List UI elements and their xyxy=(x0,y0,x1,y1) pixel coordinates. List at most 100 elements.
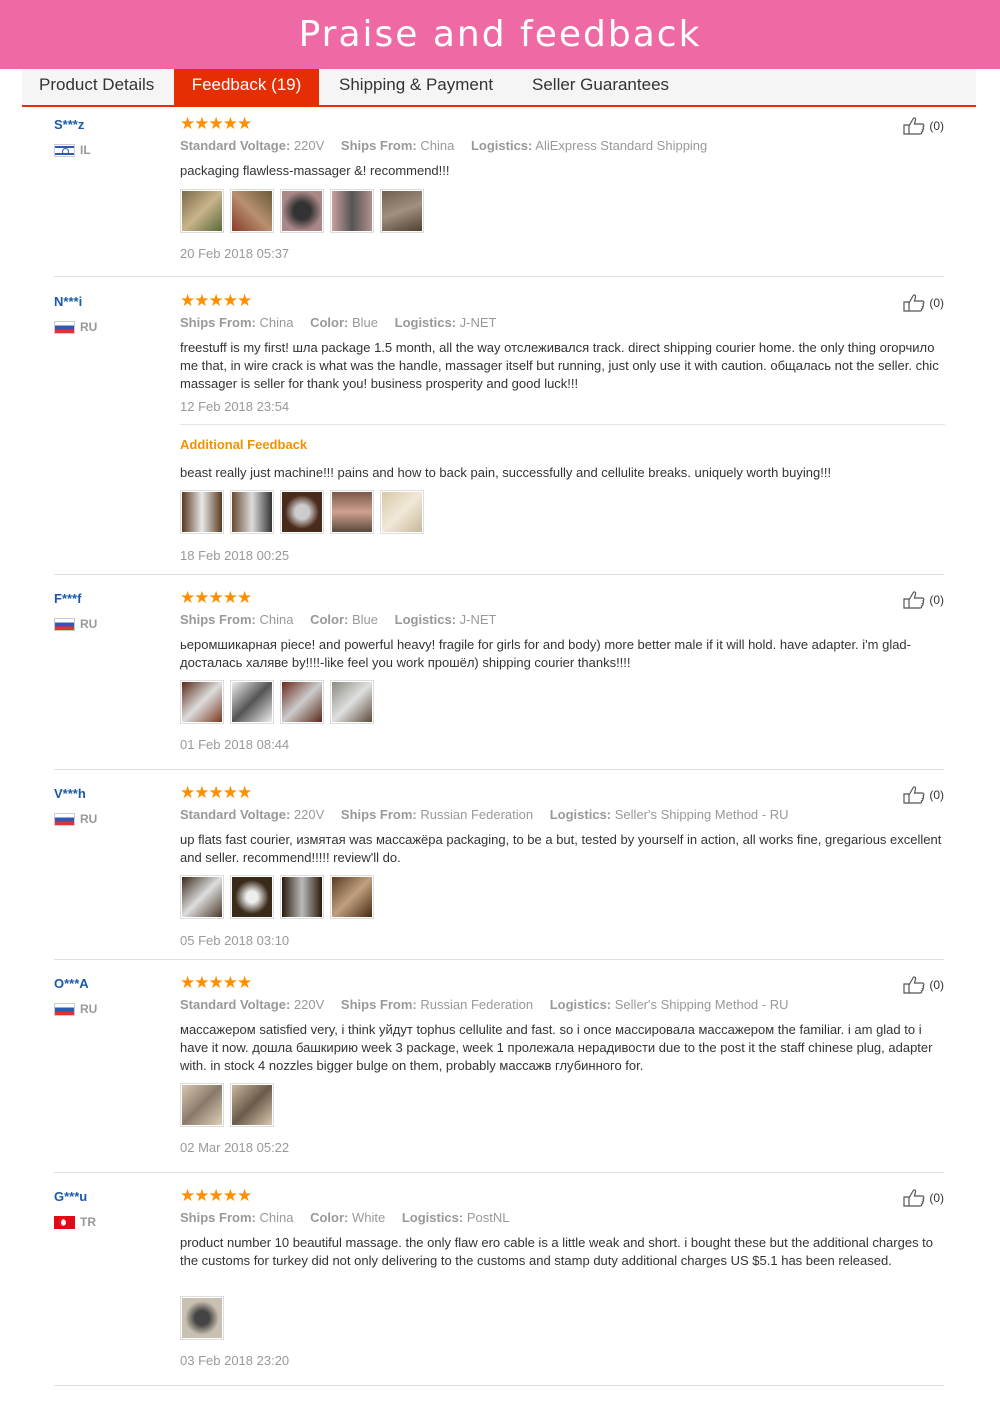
star-rating: ★★★★★ xyxy=(180,783,252,802)
review-item: O***A RU ★★★★★ (0) Standard Voltage: 220… xyxy=(54,974,944,1173)
star-rating: ★★★★★ xyxy=(180,1186,252,1205)
review-photos xyxy=(180,875,374,919)
review-photo[interactable] xyxy=(330,680,374,724)
review-photo[interactable] xyxy=(280,680,324,724)
reviewer-country: TR xyxy=(54,1215,96,1229)
review-attributes: Ships From: China Color: Blue Logistics:… xyxy=(180,315,497,330)
divider xyxy=(180,424,945,425)
review-attributes: Standard Voltage: 220V Ships From: China… xyxy=(180,138,708,153)
review-photos xyxy=(180,189,424,233)
review-photo[interactable] xyxy=(230,680,274,724)
thumbs-up-icon xyxy=(903,117,925,135)
reviewer-name: V***h xyxy=(54,786,86,801)
reviewer-country: RU xyxy=(54,320,97,334)
review-photo[interactable] xyxy=(230,490,274,534)
review-photos xyxy=(180,1083,274,1127)
reviewer-name: G***u xyxy=(54,1189,88,1204)
thumbs-up-icon xyxy=(903,976,925,994)
country-code: RU xyxy=(80,1002,98,1016)
tab-product-details[interactable]: Product Details xyxy=(39,69,154,105)
review-text: freestuff is my first! шла package 1.5 m… xyxy=(180,340,939,391)
helpful-button[interactable]: (0) xyxy=(903,976,944,994)
country-code: IL xyxy=(80,143,91,157)
tab-feedback[interactable]: Feedback (19) xyxy=(174,69,319,105)
ru-flag-icon xyxy=(54,617,75,631)
country-code: RU xyxy=(80,617,98,631)
review-photo[interactable] xyxy=(230,189,274,233)
star-rating: ★★★★★ xyxy=(180,114,252,133)
review-photo[interactable] xyxy=(380,490,424,534)
review-photo[interactable] xyxy=(180,1083,224,1127)
ru-flag-icon xyxy=(54,320,75,334)
helpful-button[interactable]: (0) xyxy=(903,786,944,804)
country-code: TR xyxy=(80,1215,96,1229)
review-date: 02 Mar 2018 05:22 xyxy=(180,1140,290,1155)
review-text: packaging flawless-massager &! recommend… xyxy=(180,163,450,178)
review-date: 12 Feb 2018 23:54 xyxy=(180,399,290,414)
helpful-button[interactable]: (0) xyxy=(903,1189,944,1207)
review-photo[interactable] xyxy=(180,875,224,919)
review-photos xyxy=(180,490,424,534)
reviewer-country: RU xyxy=(54,1002,97,1016)
review-photo[interactable] xyxy=(380,189,424,233)
review-item: V***h RU ★★★★★ (0) Standard Voltage: 220… xyxy=(54,784,944,960)
review-photo[interactable] xyxy=(230,875,274,919)
review-photo[interactable] xyxy=(280,490,324,534)
ru-flag-icon xyxy=(54,812,75,826)
review-item: N***i RU ★★★★★ (0) Ships From: China Col… xyxy=(54,291,945,575)
review-photo[interactable] xyxy=(330,490,374,534)
review-date: 20 Feb 2018 05:37 xyxy=(180,246,290,261)
review-attributes: Ships From: China Color: White Logistics… xyxy=(180,1210,510,1225)
review-photo[interactable] xyxy=(180,490,224,534)
review-text: up flats fast courier, измятая was масса… xyxy=(180,832,942,865)
reviewer-name: S***z xyxy=(54,117,85,132)
country-code: RU xyxy=(80,812,98,826)
review-text: массажером satisfied very, i think уйдут… xyxy=(180,1022,933,1073)
ru-flag-icon xyxy=(54,1002,75,1016)
review-attributes: Ships From: China Color: Blue Logistics:… xyxy=(180,612,497,627)
country-code: RU xyxy=(80,320,98,334)
review-photo[interactable] xyxy=(180,189,224,233)
review-photo[interactable] xyxy=(180,680,224,724)
review-date: 18 Feb 2018 00:25 xyxy=(180,548,290,563)
review-photo[interactable] xyxy=(230,1083,274,1127)
review-date: 03 Feb 2018 23:20 xyxy=(180,1353,290,1368)
additional-feedback-title: Additional Feedback xyxy=(180,437,308,452)
review-photo[interactable] xyxy=(280,189,324,233)
review-photo[interactable] xyxy=(280,875,324,919)
reviewer-country: IL xyxy=(54,143,91,157)
review-item: G***u TR ★★★★★ (0) Ships From: China Col… xyxy=(54,1187,944,1386)
tab-shipping-payment[interactable]: Shipping & Payment xyxy=(339,69,493,105)
thumbs-up-icon xyxy=(903,1189,925,1207)
thumbs-up-icon xyxy=(903,786,925,804)
il-flag-icon xyxy=(54,143,75,157)
helpful-button[interactable]: (0) xyxy=(903,117,944,135)
additional-feedback-text: beast really just machine!!! pains and h… xyxy=(180,465,832,480)
review-text: product number 10 beautiful massage. the… xyxy=(180,1235,934,1268)
reviewer-country: RU xyxy=(54,617,97,631)
reviewer-name: O***A xyxy=(54,976,89,991)
review-photo[interactable] xyxy=(330,875,374,919)
review-photos xyxy=(180,1296,224,1340)
reviewer-country: RU xyxy=(54,812,97,826)
review-attributes: Standard Voltage: 220V Ships From: Russi… xyxy=(180,997,789,1012)
review-item: S***z IL ★★★★★ (0) Standard Voltage: 220… xyxy=(54,115,944,277)
reviewer-name: F***f xyxy=(54,591,82,606)
review-photos xyxy=(180,680,374,724)
helpful-count: (0) xyxy=(929,978,944,992)
reviewer-name: N***i xyxy=(54,294,83,309)
helpful-button[interactable]: (0) xyxy=(903,294,944,312)
helpful-count: (0) xyxy=(929,593,944,607)
tab-seller-guarantees[interactable]: Seller Guarantees xyxy=(532,69,669,105)
thumbs-up-icon xyxy=(903,294,925,312)
helpful-button[interactable]: (0) xyxy=(903,591,944,609)
review-text: ьеромшикарная piece! and powerful heavy!… xyxy=(180,637,911,670)
review-attributes: Standard Voltage: 220V Ships From: Russi… xyxy=(180,807,789,822)
review-photo[interactable] xyxy=(180,1296,224,1340)
review-photo[interactable] xyxy=(330,189,374,233)
page-banner: Praise and feedback xyxy=(0,0,1000,69)
star-rating: ★★★★★ xyxy=(180,291,252,310)
review-date: 05 Feb 2018 03:10 xyxy=(180,933,290,948)
helpful-count: (0) xyxy=(929,119,944,133)
review-item: F***f RU ★★★★★ (0) Ships From: China Col… xyxy=(54,589,944,770)
